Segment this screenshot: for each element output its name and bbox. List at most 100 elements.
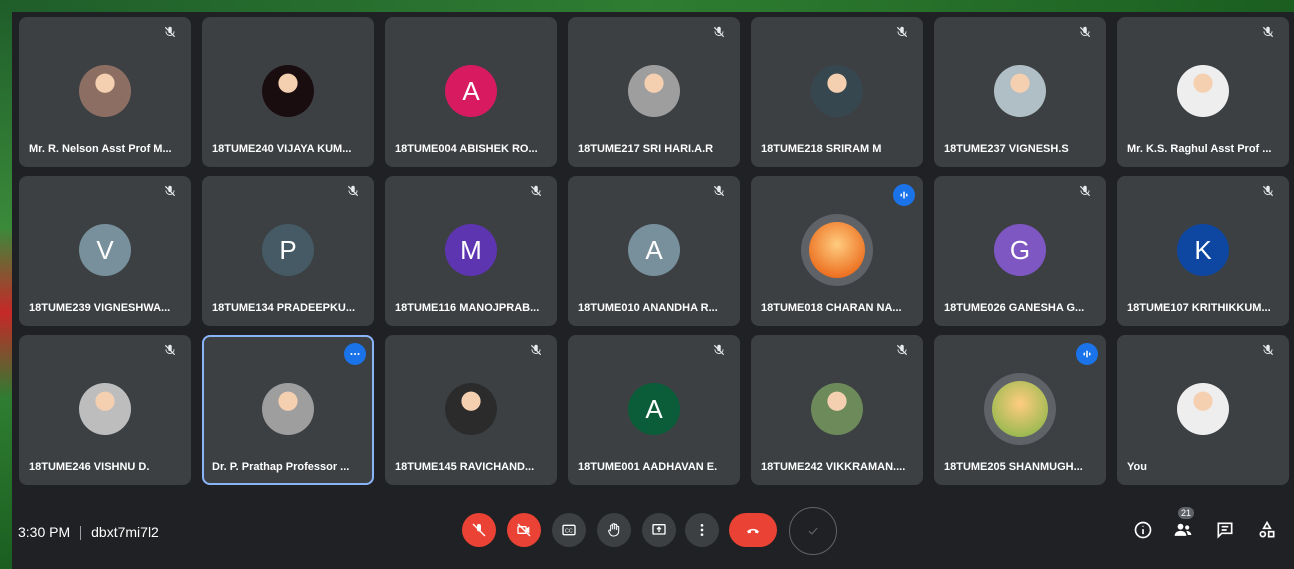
participant-tile[interactable]: 18TUME218 SRIRAM M [751, 17, 923, 167]
avatar-initial: M [460, 234, 482, 265]
participant-tile[interactable]: A 18TUME004 ABISHEK RO... [385, 17, 557, 167]
mic-off-icon [1261, 25, 1279, 43]
participant-tile[interactable]: K 18TUME107 KRITHIKKUM... [1117, 176, 1289, 326]
meeting-time: 3:30 PM [18, 524, 71, 540]
participant-avatar-photo [994, 65, 1046, 117]
participant-avatar-photo [811, 383, 863, 435]
camera-toggle-button[interactable] [507, 513, 541, 547]
present-screen-button[interactable] [642, 513, 676, 547]
leave-call-button[interactable] [729, 513, 777, 547]
captions-button[interactable]: CC [552, 513, 586, 547]
participant-tile[interactable]: A 18TUME010 ANANDHA R... [568, 176, 740, 326]
avatar-initial: P [279, 234, 297, 265]
participant-avatar-photo [79, 65, 131, 117]
participant-avatar: A [628, 224, 680, 276]
captions-icon: CC [562, 524, 576, 536]
participant-name: 18TUME205 SHANMUGH... [944, 461, 1083, 473]
avatar-initial: A [645, 393, 663, 424]
more-options-button[interactable] [685, 513, 719, 547]
avatar-photo [992, 381, 1048, 437]
chat-button[interactable] [1214, 519, 1236, 541]
participant-tile[interactable]: 18TUME217 SRI HARI.A.R [568, 17, 740, 167]
participant-avatar-photo [801, 214, 873, 286]
participant-avatar-photo [811, 65, 863, 117]
avatar-initial: G [1009, 234, 1031, 265]
activities-button[interactable] [1256, 519, 1278, 541]
people-icon [1174, 523, 1192, 536]
participant-name: 18TUME001 AADHAVAN E. [578, 461, 718, 473]
participant-name: 18TUME004 ABISHEK RO... [395, 143, 538, 155]
meeting-stage: Mr. R. Nelson Asst Prof M... 18TUME240 VI… [12, 12, 1294, 569]
participant-tile[interactable]: You [1117, 335, 1289, 485]
participant-avatar: K [1177, 224, 1229, 276]
participant-avatar-photo [262, 383, 314, 435]
participant-tile[interactable]: P 18TUME134 PRADEEPKU... [202, 176, 374, 326]
participant-grid: Mr. R. Nelson Asst Prof M... 18TUME240 VI… [19, 17, 1289, 485]
raise-hand-button[interactable] [597, 513, 631, 547]
participant-name: 18TUME107 KRITHIKKUM... [1127, 302, 1271, 314]
participant-avatar-photo [628, 65, 680, 117]
participant-tile[interactable]: Mr. K.S. Raghul Asst Prof ... [1117, 17, 1289, 167]
mic-off-icon [712, 184, 730, 202]
participant-avatar-photo [79, 383, 131, 435]
mic-toggle-button[interactable] [462, 513, 496, 547]
participant-avatar: A [445, 65, 497, 117]
svg-text:CC: CC [565, 529, 573, 535]
participant-tile[interactable]: 18TUME237 VIGNESH.S [934, 17, 1106, 167]
mic-off-icon [712, 343, 730, 361]
mic-off-icon [529, 184, 547, 202]
mic-off-icon [1078, 25, 1096, 43]
people-button[interactable]: 21 [1172, 507, 1195, 541]
participant-name: Dr. P. Prathap Professor ... [212, 461, 350, 473]
mic-off-icon [1261, 184, 1279, 202]
participant-tile[interactable]: 18TUME240 VIJAYA KUM... [202, 17, 374, 167]
participant-tile[interactable]: 18TUME242 VIKKRAMAN.... [751, 335, 923, 485]
mic-off-icon [895, 343, 913, 361]
participant-count: 21 [1178, 507, 1195, 519]
participant-tile[interactable]: A 18TUME001 AADHAVAN E. [568, 335, 740, 485]
participant-avatar: M [445, 224, 497, 276]
avatar-photo [809, 222, 865, 278]
participant-name: 18TUME010 ANANDHA R... [578, 302, 718, 314]
participant-tile[interactable]: 18TUME145 RAVICHAND... [385, 335, 557, 485]
participant-tile[interactable]: V 18TUME239 VIGNESHWA... [19, 176, 191, 326]
raise-hand-icon [608, 523, 620, 537]
mic-off-icon [1078, 184, 1096, 202]
mic-off-icon [895, 25, 913, 43]
participant-avatar-photo [445, 383, 497, 435]
participant-tile[interactable]: M 18TUME116 MANOJPRAB... [385, 176, 557, 326]
participant-name: 18TUME018 CHARAN NA... [761, 302, 902, 314]
avatar-initial: V [96, 234, 114, 265]
mic-off-icon [1261, 343, 1279, 361]
speaking-indicator-icon [1076, 343, 1098, 365]
participant-name: 18TUME217 SRI HARI.A.R [578, 143, 714, 155]
participant-name: 18TUME240 VIJAYA KUM... [212, 143, 352, 155]
meeting-details-button[interactable] [1132, 519, 1154, 541]
participant-tile[interactable]: G 18TUME026 GANESHA G... [934, 176, 1106, 326]
avatar-initial: A [462, 75, 480, 106]
participant-avatar-photo [262, 65, 314, 117]
desktop-frame-left [0, 0, 12, 569]
activities-icon [1259, 520, 1275, 538]
participant-name: 18TUME134 PRADEEPKU... [212, 302, 356, 314]
control-bar: 3:30 PM dbxt7mi7l2 CC 21 [12, 499, 1294, 569]
check-icon [808, 527, 818, 535]
participant-tile[interactable]: 18TUME018 CHARAN NA... [751, 176, 923, 326]
meeting-code: dbxt7mi7l2 [91, 524, 159, 540]
participant-tile[interactable]: 18TUME205 SHANMUGH... [934, 335, 1106, 485]
activity-ring-button[interactable] [789, 507, 837, 555]
mic-off-icon [712, 25, 730, 43]
camera-off-icon [517, 523, 531, 537]
mic-off-icon [529, 343, 547, 361]
mic-off-icon [163, 25, 181, 43]
more-options-icon[interactable] [344, 343, 366, 365]
participant-tile[interactable]: Mr. R. Nelson Asst Prof M... [19, 17, 191, 167]
avatar-initial: A [645, 234, 663, 265]
mic-off-icon [472, 523, 486, 537]
participant-tile[interactable]: 18TUME246 VISHNU D. [19, 335, 191, 485]
participant-avatar: V [79, 224, 131, 276]
participant-name: 18TUME218 SRIRAM M [761, 143, 882, 155]
participant-tile[interactable]: Dr. P. Prathap Professor ... [202, 335, 374, 485]
participant-name: 18TUME145 RAVICHAND... [395, 461, 535, 473]
participant-avatar: G [994, 224, 1046, 276]
